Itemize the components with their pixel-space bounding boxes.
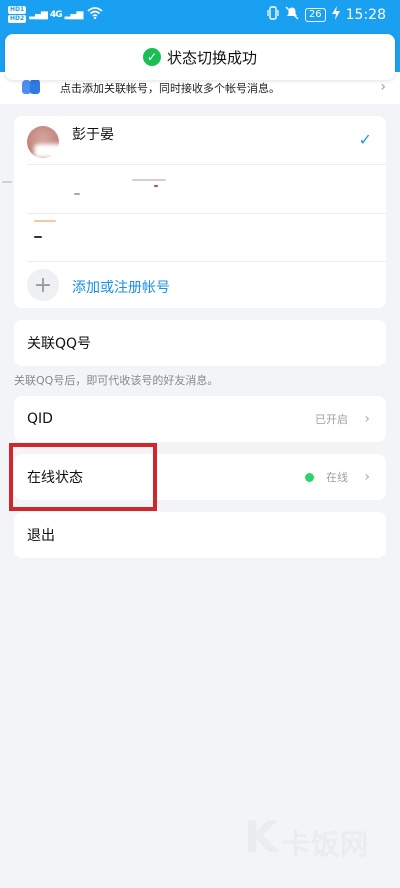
hd-badges: HD1 HD2: [8, 6, 27, 24]
link-banner-text: 点击添加关联帐号，同时接收多个帐号消息。: [60, 82, 280, 95]
signal-icon: ▂▄▆: [29, 10, 48, 20]
linked-qq-label: 关联QQ号: [27, 336, 92, 352]
status-bar-right: 26 15:28: [267, 6, 386, 24]
redaction-mark: [74, 193, 80, 195]
account-row-redacted-1[interactable]: [2, 165, 386, 213]
charging-icon: [331, 6, 340, 24]
account-row-current[interactable]: 彭于晏 ✓: [14, 116, 386, 164]
toast-message: 状态切换成功: [166, 48, 257, 67]
alarm-off-icon: [285, 6, 299, 24]
qid-row[interactable]: QID 已开启 ›: [14, 396, 386, 442]
redaction-mark: [154, 185, 158, 187]
account-row-redacted-2[interactable]: [14, 214, 386, 262]
watermark-logo-icon: K: [244, 812, 279, 863]
status-bar-left: HD1 HD2 ▂▄▆ 4G ▂▄▆: [8, 6, 103, 24]
logout-row[interactable]: 退出: [14, 512, 386, 558]
linked-accounts-icon: [22, 78, 42, 98]
status-bar: HD1 HD2 ▂▄▆ 4G ▂▄▆ 26 15:28: [0, 0, 400, 30]
account-name: 彭于晏: [72, 127, 114, 143]
qid-status: 已开启: [315, 413, 348, 426]
watermark-text: 卡饭网: [282, 828, 370, 861]
plus-icon: +: [27, 269, 59, 301]
linked-qq-hint: 关联QQ号后，即可代收该号的好友消息。: [14, 374, 219, 387]
clock: 15:28: [345, 7, 386, 23]
redaction-mark: [2, 181, 12, 183]
qid-label: QID: [27, 411, 53, 427]
add-account-label: 添加或注册帐号: [72, 280, 170, 296]
redaction-mark: [132, 179, 166, 181]
hd1-badge: HD1: [8, 6, 27, 14]
checkmark-icon: ✓: [358, 130, 372, 149]
signal-icon-2: ▂▄▆: [64, 10, 84, 20]
online-status-value: 在线: [326, 471, 348, 484]
hd2-badge: HD2: [8, 15, 27, 23]
redaction-mark: [34, 236, 42, 238]
check-circle-icon: ✓: [142, 48, 161, 66]
chevron-right-icon: ›: [380, 79, 386, 95]
success-toast: ✓ 状态切换成功: [5, 34, 395, 80]
logout-label: 退出: [27, 528, 55, 544]
wifi-icon: [87, 7, 103, 23]
highlight-box: [9, 443, 157, 511]
chevron-right-icon: ›: [364, 469, 370, 485]
accounts-card: 彭于晏 ✓ + 添加或注册帐号: [2, 116, 386, 308]
chevron-right-icon: ›: [364, 411, 370, 427]
redacted-area: [34, 144, 70, 158]
battery-indicator: 26: [304, 8, 326, 22]
vibrate-icon: [267, 6, 279, 24]
watermark: K 卡饭网: [244, 812, 369, 863]
linked-qq-row[interactable]: 关联QQ号: [14, 320, 386, 366]
network-type: 4G: [49, 10, 63, 20]
online-dot-icon: [305, 472, 314, 482]
add-account-button[interactable]: + 添加或注册帐号: [14, 262, 386, 308]
redaction-mark: [34, 220, 56, 222]
